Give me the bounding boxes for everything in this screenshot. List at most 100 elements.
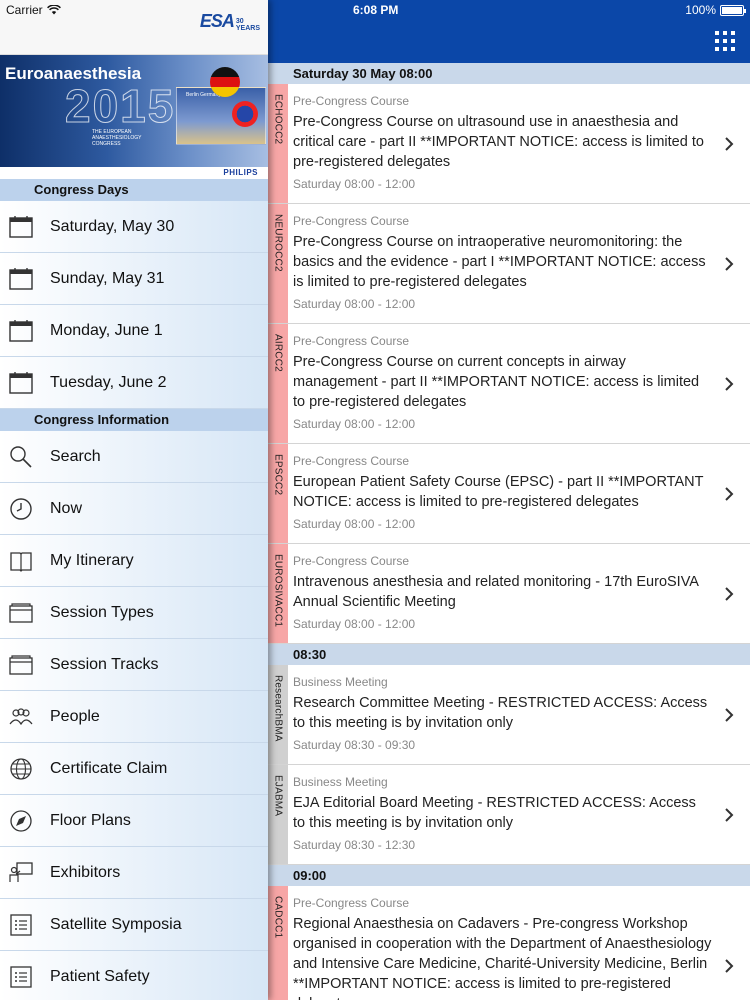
session-code: EPSCC2 (272, 454, 284, 496)
sidebar-item-label: Session Types (50, 603, 154, 621)
session-code-tag: ResearchBMA (268, 665, 288, 764)
sidebar-item-tuesday-june-2[interactable]: Tuesday, June 2 (0, 357, 268, 409)
session-time: Saturday 08:00 - 12:00 (293, 177, 416, 191)
sidebar-item-exhibitors[interactable]: Exhibitors (0, 847, 268, 899)
session-row[interactable]: EJABMA Business Meeting EJA Editorial Boar… (268, 765, 750, 865)
calendar-icon (0, 266, 50, 292)
session-code-tag: AIRCC2 (268, 324, 288, 443)
clock-icon (0, 496, 50, 522)
session-type: Pre-Congress Course (293, 554, 410, 568)
session-type: Pre-Congress Course (293, 94, 410, 108)
session-row[interactable]: ResearchBMA Business Meeting Research Comm… (268, 665, 750, 765)
sidebar-item-monday-june-1[interactable]: Monday, June 1 (0, 305, 268, 357)
chevron-right-icon[interactable] (720, 806, 738, 824)
sidebar-item-search[interactable]: Search (0, 431, 268, 483)
session-type: Pre-Congress Course (293, 454, 410, 468)
session-row[interactable]: AIRCC2 Pre-Congress Course Pre-Congress Co… (268, 324, 750, 444)
session-code-tag: NEUROCC2 (268, 204, 288, 323)
congress-days-header: Congress Days (0, 179, 268, 201)
carrier-label: Carrier (6, 3, 43, 17)
session-title: European Patient Safety Course (EPSC) - … (293, 474, 704, 510)
folder-icon (0, 652, 50, 678)
session-row[interactable]: EPSCC2 Pre-Congress Course European Patien… (268, 444, 750, 544)
sidebar-item-people[interactable]: People (0, 691, 268, 743)
chevron-right-icon[interactable] (720, 255, 738, 273)
chevron-right-icon[interactable] (720, 485, 738, 503)
grid-menu-icon[interactable] (715, 31, 735, 51)
session-type: Pre-Congress Course (293, 334, 410, 348)
session-row[interactable]: ECHOCC2 Pre-Congress Course Pre-Congress C… (268, 84, 750, 204)
chevron-right-icon[interactable] (720, 135, 738, 153)
session-title: Pre-Congress Course on intraoperative ne… (293, 234, 706, 290)
presenter-icon (0, 860, 50, 886)
status-bar: Carrier 6:08 PM 100% (0, 0, 750, 20)
battery-percent: 100% (685, 3, 716, 17)
session-time: Saturday 08:30 - 09:30 (293, 738, 416, 752)
time-section-header: Saturday 30 May 08:00 (268, 63, 750, 84)
chevron-right-icon[interactable] (720, 957, 738, 975)
sidebar-item-my-itinerary[interactable]: My Itinerary (0, 535, 268, 587)
session-time: Saturday 08:00 - 12:00 (293, 517, 416, 531)
session-row[interactable]: NEUROCC2 Pre-Congress Course Pre-Congress … (268, 204, 750, 324)
sessions-list[interactable]: Saturday 30 May 08:00 ECHOCC2 Pre-Congress… (268, 63, 750, 1000)
sidebar-item-patient-safety[interactable]: Patient Safety (0, 951, 268, 1000)
globe-icon (0, 756, 50, 782)
sidebar-item-label: Session Tracks (50, 655, 159, 673)
sidebar-item-label: Monday, June 1 (50, 321, 163, 339)
chevron-right-icon[interactable] (720, 585, 738, 603)
sidebar-item-floor-plans[interactable]: Floor Plans (0, 795, 268, 847)
sidebar-item-label: My Itinerary (50, 551, 134, 569)
congress-days-list: Saturday, May 30 Sunday, May 31 Monday, Ju… (0, 201, 268, 409)
banner-year: 2015 (64, 80, 176, 133)
congress-information-header: Congress Information (0, 409, 268, 431)
sidebar: ESA 30 YEARS Euroanaesthesia 2015 THE EUR… (0, 0, 268, 1000)
session-code-tag: EUROSIVACC1 (268, 544, 288, 643)
sidebar-item-label: Satellite Symposia (50, 915, 182, 933)
list-icon (0, 912, 50, 938)
sidebar-item-label: Search (50, 447, 101, 465)
session-title: EJA Editorial Board Meeting - RESTRICTED… (293, 795, 696, 831)
session-title: Regional Anaesthesia on Cadavers - Pre-c… (293, 916, 712, 1000)
session-code: NEUROCC2 (272, 214, 284, 272)
sponsor-logo: PHILIPS (223, 168, 258, 177)
emblem-icon (232, 101, 258, 127)
sidebar-item-label: Sunday, May 31 (50, 269, 165, 287)
sidebar-item-label: Exhibitors (50, 863, 121, 881)
time-section-header: 08:30 (268, 644, 750, 665)
sidebar-item-label: Patient Safety (50, 967, 150, 985)
session-type: Business Meeting (293, 675, 388, 689)
session-title: Pre-Congress Course on current concepts … (293, 354, 700, 410)
time-section-header: 09:00 (268, 865, 750, 886)
sidebar-item-session-tracks[interactable]: Session Tracks (0, 639, 268, 691)
sidebar-item-label: Saturday, May 30 (50, 217, 175, 235)
sidebar-item-label: Tuesday, June 2 (50, 373, 167, 391)
sidebar-item-label: People (50, 707, 100, 725)
sidebar-item-now[interactable]: Now (0, 483, 268, 535)
sidebar-item-label: Certificate Claim (50, 759, 168, 777)
session-title: Research Committee Meeting - RESTRICTED … (293, 695, 708, 731)
session-title: Intravenous anesthesia and related monit… (293, 574, 699, 610)
calendar-icon (0, 370, 50, 396)
chevron-right-icon[interactable] (720, 706, 738, 724)
session-time: Saturday 08:30 - 12:30 (293, 838, 416, 852)
list-icon (0, 964, 50, 990)
sidebar-item-session-types[interactable]: Session Types (0, 587, 268, 639)
status-time: 6:08 PM (353, 3, 399, 17)
session-row[interactable]: CADCC1 Pre-Congress Course Regional Anaest… (268, 886, 750, 1000)
wifi-icon (46, 5, 61, 15)
session-code: ECHOCC2 (272, 94, 284, 145)
session-type: Pre-Congress Course (293, 214, 410, 228)
congress-banner: Euroanaesthesia 2015 THE EUROPEAN ANAEST… (0, 55, 268, 167)
calendar-icon (0, 318, 50, 344)
chevron-right-icon[interactable] (720, 375, 738, 393)
sidebar-item-satellite-symposia[interactable]: Satellite Symposia (0, 899, 268, 951)
session-row[interactable]: EUROSIVACC1 Pre-Congress Course Intravenou… (268, 544, 750, 644)
sidebar-item-saturday-may-30[interactable]: Saturday, May 30 (0, 201, 268, 253)
germany-flag-icon (210, 67, 240, 97)
battery-icon (720, 4, 746, 16)
session-time: Saturday 08:00 - 12:00 (293, 417, 416, 431)
session-code-tag: EJABMA (268, 765, 288, 864)
sidebar-item-sunday-may-31[interactable]: Sunday, May 31 (0, 253, 268, 305)
session-code: EJABMA (272, 775, 284, 817)
sidebar-item-certificate-claim[interactable]: Certificate Claim (0, 743, 268, 795)
